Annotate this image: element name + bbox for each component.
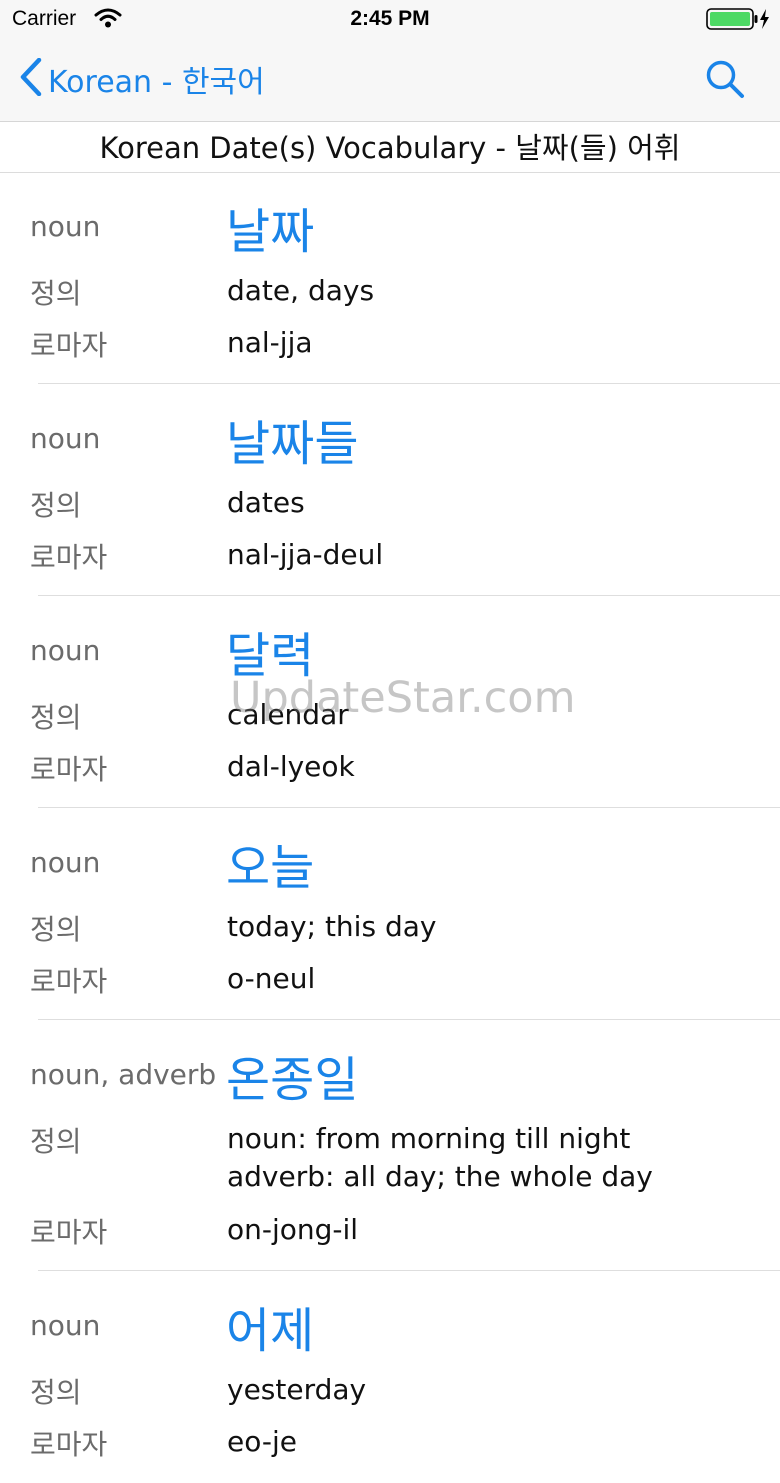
romanization-value: nal-jja-deul	[227, 538, 384, 571]
status-bar: Carrier 2:45 PM	[0, 0, 780, 38]
definition-line-1: noun: from morning till night	[227, 1122, 631, 1155]
korean-word: 어제	[226, 1303, 315, 1359]
list-item[interactable]: noun 날짜 정의 date, days 로마자 nal-jja	[0, 172, 780, 384]
korean-word: 날짜들	[226, 416, 359, 472]
part-of-speech: noun	[30, 422, 101, 455]
romanization-label: 로마자	[30, 1428, 108, 1461]
korean-word: 달력	[226, 628, 315, 684]
list-item[interactable]: noun, adverb 온종일 정의 noun: from morning t…	[0, 1020, 780, 1271]
romanization-value: eo-je	[227, 1425, 297, 1458]
definition-value: today; this day	[227, 910, 437, 943]
romanization-value: o-neul	[227, 962, 316, 995]
definition-label: 정의	[30, 1376, 82, 1409]
navigation-bar: Korean - 한국어	[0, 38, 780, 122]
back-button[interactable]: Korean - 한국어	[20, 56, 265, 102]
romanization-label: 로마자	[30, 1216, 108, 1249]
definition-label: 정의	[30, 701, 82, 734]
vocabulary-list: noun 날짜 정의 date, days 로마자 nal-jja noun 날…	[0, 172, 780, 1483]
list-item[interactable]: noun 어제 정의 yesterday 로마자 eo-je	[0, 1271, 780, 1483]
part-of-speech: noun	[30, 634, 101, 667]
korean-word: 날짜	[226, 204, 315, 260]
search-button[interactable]	[704, 58, 746, 100]
definition-label: 정의	[30, 913, 82, 946]
part-of-speech: noun, adverb	[30, 1058, 217, 1091]
romanization-label: 로마자	[30, 965, 108, 998]
page-title: Korean Date(s) Vocabulary - 날짜(들) 어휘	[0, 122, 780, 173]
definition-value: noun: from morning till night adverb: al…	[227, 1120, 653, 1196]
part-of-speech: noun	[30, 1309, 101, 1342]
clock: 2:45 PM	[350, 7, 430, 30]
definition-line-2: adverb: all day; the whole day	[227, 1160, 653, 1193]
part-of-speech: noun	[30, 846, 101, 879]
romanization-label: 로마자	[30, 753, 108, 786]
korean-word: 온종일	[226, 1052, 359, 1108]
charging-bolt-icon	[760, 9, 769, 29]
definition-value: dates	[227, 486, 305, 519]
korean-word: 오늘	[226, 840, 315, 896]
definition-label: 정의	[30, 277, 82, 310]
definition-label: 정의	[30, 1125, 82, 1158]
romanization-value: dal-lyeok	[227, 750, 355, 783]
definition-label: 정의	[30, 489, 82, 522]
part-of-speech: noun	[30, 210, 101, 243]
list-item[interactable]: noun 달력 정의 calendar 로마자 dal-lyeok	[0, 596, 780, 808]
list-item[interactable]: noun 오늘 정의 today; this day 로마자 o-neul	[0, 808, 780, 1020]
definition-value: yesterday	[227, 1373, 367, 1406]
back-button-label: Korean - 한국어	[48, 65, 265, 100]
search-icon	[704, 60, 746, 104]
definition-value: calendar	[227, 698, 349, 731]
definition-value: date, days	[227, 274, 375, 307]
romanization-label: 로마자	[30, 541, 108, 574]
list-item[interactable]: noun 날짜들 정의 dates 로마자 nal-jja-deul	[0, 384, 780, 596]
romanization-value: on-jong-il	[227, 1213, 359, 1246]
chevron-left-icon	[20, 57, 42, 100]
romanization-label: 로마자	[30, 329, 108, 362]
battery-icon	[706, 8, 770, 36]
romanization-value: nal-jja	[227, 326, 313, 359]
